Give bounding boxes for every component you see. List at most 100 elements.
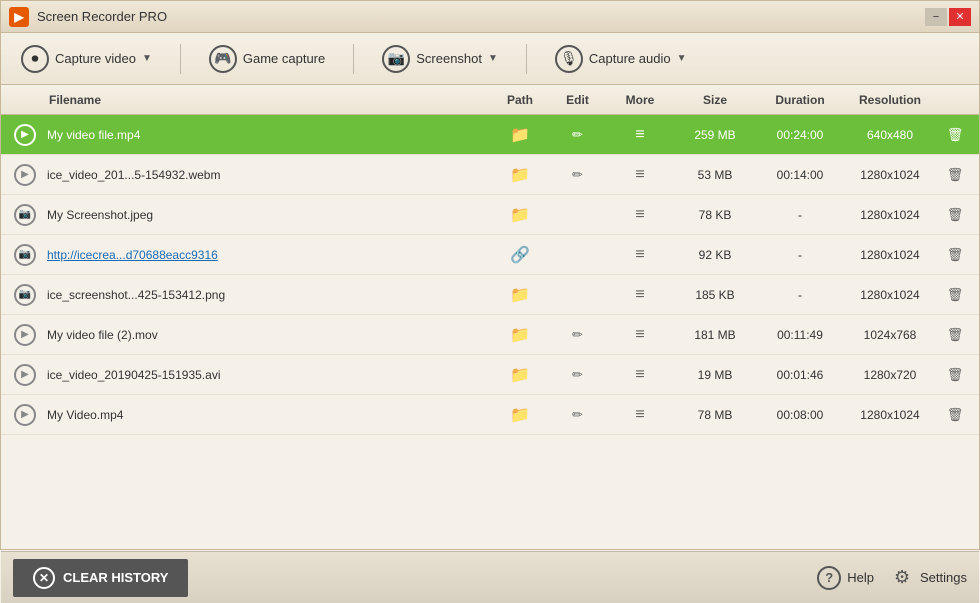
more-icon[interactable]: ≡ — [605, 286, 675, 304]
clear-history-button[interactable]: ✕ CLEAR HISTORY — [13, 559, 188, 597]
more-icon[interactable]: ≡ — [605, 406, 675, 424]
row-size: 259 MB — [675, 128, 755, 142]
window-controls[interactable]: − ✕ — [925, 8, 971, 26]
delete-icon[interactable]: 🗑 — [935, 247, 975, 263]
edit-icon[interactable]: ✏ — [550, 407, 605, 423]
screenshot-label: Screenshot — [416, 51, 482, 66]
edit-icon[interactable]: ✏ — [550, 127, 605, 143]
delete-icon[interactable]: 🗑 — [935, 207, 975, 223]
table-row[interactable]: ▶ My Video.mp4 📁 ✏ ≡ 78 MB 00:08:00 1280… — [1, 395, 979, 435]
toolbar: ⏺ Capture video ▼ 🎮 Game capture 📷 Scree… — [1, 33, 979, 85]
title-bar: ▶ Screen Recorder PRO − ✕ — [1, 1, 979, 33]
edit-icon[interactable]: ✏ — [550, 167, 605, 183]
row-size: 185 KB — [675, 288, 755, 302]
toolbar-separator-2 — [353, 44, 354, 74]
capture-video-button[interactable]: ⏺ Capture video ▼ — [13, 41, 160, 77]
table-row[interactable]: ▶ ice_video_201...5-154932.webm 📁 ✏ ≡ 53… — [1, 155, 979, 195]
column-headers: Filename Path Edit More Size Duration Re… — [1, 85, 979, 115]
row-icon-wrap: ▶ — [5, 124, 45, 146]
main-content: Filename Path Edit More Size Duration Re… — [1, 85, 979, 551]
help-label: Help — [847, 570, 874, 585]
folder-icon[interactable]: 📁 — [490, 285, 550, 305]
table-row[interactable]: 📷 ice_screenshot...425-153412.png 📁 ≡ 18… — [1, 275, 979, 315]
col-size: Size — [675, 93, 755, 107]
folder-icon[interactable]: 📁 — [490, 205, 550, 225]
help-icon: ? — [817, 566, 841, 590]
close-button[interactable]: ✕ — [949, 8, 971, 26]
screenshot-icon: 📷 — [14, 284, 36, 306]
settings-label: Settings — [920, 570, 967, 585]
col-more: More — [605, 93, 675, 107]
table-row[interactable]: ▶ My video file.mp4 📁 ✏ ≡ 259 MB 00:24:0… — [1, 115, 979, 155]
app-icon: ▶ — [9, 7, 29, 27]
folder-icon[interactable]: 📁 — [490, 165, 550, 185]
row-filename: My video file (2).mov — [45, 328, 490, 342]
toolbar-separator-1 — [180, 44, 181, 74]
help-button[interactable]: ? Help — [817, 566, 874, 590]
folder-icon[interactable]: 📁 — [490, 365, 550, 385]
delete-icon[interactable]: 🗑 — [935, 167, 975, 183]
row-resolution: 1280x1024 — [845, 208, 935, 222]
delete-icon[interactable]: 🗑 — [935, 367, 975, 383]
game-capture-label: Game capture — [243, 51, 325, 66]
col-edit: Edit — [550, 93, 605, 107]
link-icon[interactable]: 🔗 — [490, 245, 550, 265]
row-filename: My Screenshot.jpeg — [45, 208, 490, 222]
row-resolution: 640x480 — [845, 128, 935, 142]
folder-icon[interactable]: 📁 — [490, 125, 550, 145]
clear-history-label: CLEAR HISTORY — [63, 570, 168, 585]
row-size: 53 MB — [675, 168, 755, 182]
more-icon[interactable]: ≡ — [605, 326, 675, 344]
screenshot-button[interactable]: 📷 Screenshot ▼ — [374, 41, 506, 77]
row-duration: 00:08:00 — [755, 408, 845, 422]
folder-icon[interactable]: 📁 — [490, 325, 550, 345]
record-icon: ⏺ — [21, 45, 49, 73]
row-filename: ice_screenshot...425-153412.png — [45, 288, 490, 302]
row-resolution: 1280x1024 — [845, 408, 935, 422]
more-icon[interactable]: ≡ — [605, 126, 675, 144]
video-icon: ▶ — [14, 364, 36, 386]
settings-button[interactable]: ⚙ Settings — [890, 566, 967, 590]
capture-audio-arrow: ▼ — [677, 53, 687, 64]
more-icon[interactable]: ≡ — [605, 246, 675, 264]
delete-icon[interactable]: 🗑 — [935, 327, 975, 343]
row-size: 181 MB — [675, 328, 755, 342]
row-resolution: 1024x768 — [845, 328, 935, 342]
row-icon-wrap: 📷 — [5, 204, 45, 226]
delete-icon[interactable]: 🗑 — [935, 127, 975, 143]
table-row[interactable]: ▶ My video file (2).mov 📁 ✏ ≡ 181 MB 00:… — [1, 315, 979, 355]
capture-video-label: Capture video — [55, 51, 136, 66]
edit-icon[interactable]: ✏ — [550, 367, 605, 383]
bottom-right: ? Help ⚙ Settings — [817, 566, 967, 590]
row-size: 19 MB — [675, 368, 755, 382]
capture-audio-button[interactable]: 🎙 Capture audio ▼ — [547, 41, 695, 77]
toolbar-separator-3 — [526, 44, 527, 74]
row-filename[interactable]: http://icecrea...d70688eacc9316 — [45, 248, 490, 262]
col-path: Path — [490, 93, 550, 107]
row-resolution: 1280x1024 — [845, 288, 935, 302]
app-title: Screen Recorder PRO — [37, 9, 167, 24]
delete-icon[interactable]: 🗑 — [935, 407, 975, 423]
delete-icon[interactable]: 🗑 — [935, 287, 975, 303]
table-row[interactable]: 📷 My Screenshot.jpeg 📁 ≡ 78 KB - 1280x10… — [1, 195, 979, 235]
gear-icon: ⚙ — [890, 566, 914, 590]
title-bar-left: ▶ Screen Recorder PRO — [9, 7, 167, 27]
table-row[interactable]: ▶ ice_video_20190425-151935.avi 📁 ✏ ≡ 19… — [1, 355, 979, 395]
col-filename: Filename — [45, 93, 490, 107]
row-size: 78 KB — [675, 208, 755, 222]
folder-icon[interactable]: 📁 — [490, 405, 550, 425]
minimize-button[interactable]: − — [925, 8, 947, 26]
more-icon[interactable]: ≡ — [605, 366, 675, 384]
row-size: 92 KB — [675, 248, 755, 262]
video-icon: ▶ — [14, 164, 36, 186]
edit-icon[interactable]: ✏ — [550, 327, 605, 343]
more-icon[interactable]: ≡ — [605, 166, 675, 184]
game-capture-button[interactable]: 🎮 Game capture — [201, 41, 333, 77]
row-duration: - — [755, 208, 845, 222]
x-icon: ✕ — [33, 567, 55, 589]
more-icon[interactable]: ≡ — [605, 206, 675, 224]
table-row[interactable]: 📷 http://icecrea...d70688eacc9316 🔗 ≡ 92… — [1, 235, 979, 275]
video-icon: ▶ — [14, 404, 36, 426]
row-icon-wrap: 📷 — [5, 284, 45, 306]
row-icon-wrap: ▶ — [5, 324, 45, 346]
